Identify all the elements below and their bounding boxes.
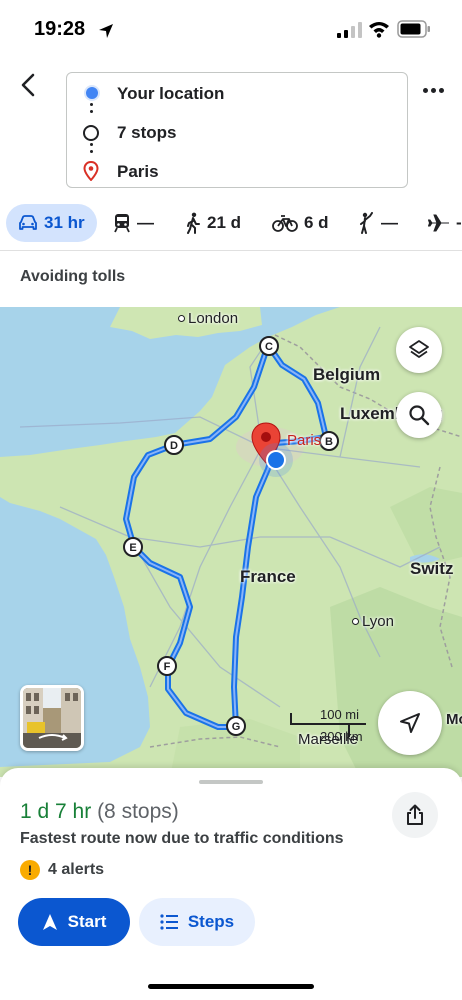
destination-field[interactable]: Paris: [117, 162, 159, 182]
steps-button[interactable]: Steps: [139, 898, 255, 946]
map-view[interactable]: C B D E F G London Belgium Luxembourg Pa…: [0, 307, 462, 777]
mode-transit-label: —: [137, 213, 154, 232]
drag-handle[interactable]: [199, 780, 263, 784]
stop-marker-e-label: E: [129, 542, 136, 554]
list-icon: [160, 914, 178, 930]
more-options-button[interactable]: [418, 78, 448, 102]
city-dot-icon: [178, 315, 185, 322]
map-label-belgium: Belgium: [313, 365, 381, 384]
stop-marker-f[interactable]: F: [156, 655, 178, 677]
car-icon: [19, 215, 37, 230]
route-eta: 1 d 7 hr (8 stops): [20, 800, 179, 824]
stop-marker-g[interactable]: G: [225, 715, 247, 737]
divider: [0, 250, 462, 251]
route-options-note[interactable]: Avoiding tolls: [20, 268, 125, 286]
wifi-icon: [369, 22, 389, 38]
mode-flight[interactable]: -: [428, 204, 462, 242]
scale-miles: 100 mi: [320, 707, 360, 722]
stop-marker-b-label: B: [325, 436, 333, 448]
mode-flight-label: -: [456, 213, 462, 232]
stops-circle-icon: [83, 125, 99, 141]
mode-walking-label: 21 d: [207, 213, 242, 232]
navigation-arrow-icon: [400, 713, 420, 733]
layers-button[interactable]: [396, 327, 442, 373]
share-button[interactable]: [392, 792, 438, 838]
origin-field[interactable]: Your location: [117, 84, 224, 104]
route-reason: Fastest route now due to traffic conditi…: [20, 830, 344, 847]
mode-driving[interactable]: 31 hr: [6, 204, 97, 242]
city-dot-icon: [352, 618, 359, 625]
start-button[interactable]: Start: [18, 898, 130, 946]
stops-field[interactable]: 7 stops: [117, 123, 177, 143]
back-arrow-icon: [21, 73, 35, 97]
stop-marker-e[interactable]: E: [122, 536, 144, 558]
map-label-france: France: [240, 567, 296, 586]
start-label: Start: [67, 912, 107, 931]
street-view-image: [23, 688, 81, 748]
map-label-lyon: Lyon: [352, 613, 394, 630]
bike-icon: [272, 215, 298, 232]
mode-cycling-label: 6 d: [304, 213, 329, 232]
travel-mode-bar: 31 hr — 21 d 6 d — -: [0, 200, 462, 250]
home-indicator[interactable]: [148, 984, 314, 989]
connector-dots-icon: [90, 143, 93, 157]
share-icon: [407, 804, 423, 825]
street-view-thumbnail[interactable]: [20, 685, 84, 751]
alerts-label: 4 alerts: [48, 861, 105, 878]
back-button[interactable]: [14, 70, 42, 100]
ride-icon: [360, 212, 373, 234]
stop-marker-b[interactable]: B: [318, 430, 340, 452]
map-label-paris: Paris: [287, 432, 322, 449]
plane-icon: [428, 214, 449, 232]
origin-dot-icon: [86, 87, 98, 99]
destination-pin-icon: [83, 161, 99, 181]
mode-cycling[interactable]: 6 d: [272, 204, 329, 242]
stop-marker-c[interactable]: C: [258, 335, 280, 357]
stop-marker-g-label: G: [232, 721, 241, 733]
search-icon: [409, 405, 430, 426]
route-duration: 1 d 7 hr: [20, 800, 92, 823]
connector-dots-icon: [90, 103, 93, 117]
route-card: Your location 7 stops Paris: [66, 72, 408, 188]
location-arrow-icon: [99, 24, 113, 38]
scale-km: 200 km: [320, 729, 363, 744]
mode-driving-label: 31 hr: [44, 213, 85, 232]
stop-marker-d-label: D: [170, 440, 178, 452]
lyon-label: Lyon: [362, 613, 394, 630]
recenter-button[interactable]: [378, 691, 442, 755]
status-time: 19:28: [34, 18, 86, 40]
steps-label: Steps: [187, 912, 235, 931]
stop-marker-d[interactable]: D: [163, 434, 185, 456]
train-icon: [114, 214, 130, 233]
route-summary-sheet: 1 d 7 hr (8 stops) Fastest route now due…: [0, 768, 462, 1000]
map-label-monaco: Mo: [446, 711, 462, 728]
route-stop-count: (8 stops): [97, 800, 179, 823]
stop-marker-f-label: F: [164, 661, 171, 673]
map-label-switzerland: Switz: [410, 559, 454, 578]
alerts-link[interactable]: ! 4 alerts: [20, 860, 104, 880]
navigation-start-icon: [42, 914, 57, 930]
map-scale: 100 mi 200 km: [290, 707, 370, 747]
walk-icon: [187, 212, 200, 234]
search-along-route-button[interactable]: [396, 392, 442, 438]
layers-icon: [409, 340, 429, 358]
warning-icon: !: [20, 860, 40, 880]
london-label: London: [188, 310, 239, 327]
signal-icon: [337, 22, 362, 38]
mode-ride[interactable]: —: [357, 204, 398, 242]
battery-icon: [397, 20, 430, 38]
mode-walking[interactable]: 21 d: [185, 204, 241, 242]
mode-ride-label: —: [381, 213, 398, 232]
map-label-london: London: [178, 310, 238, 327]
status-bar: 19:28: [0, 0, 462, 60]
mode-transit[interactable]: —: [113, 204, 154, 242]
stop-marker-c-label: C: [265, 341, 273, 353]
